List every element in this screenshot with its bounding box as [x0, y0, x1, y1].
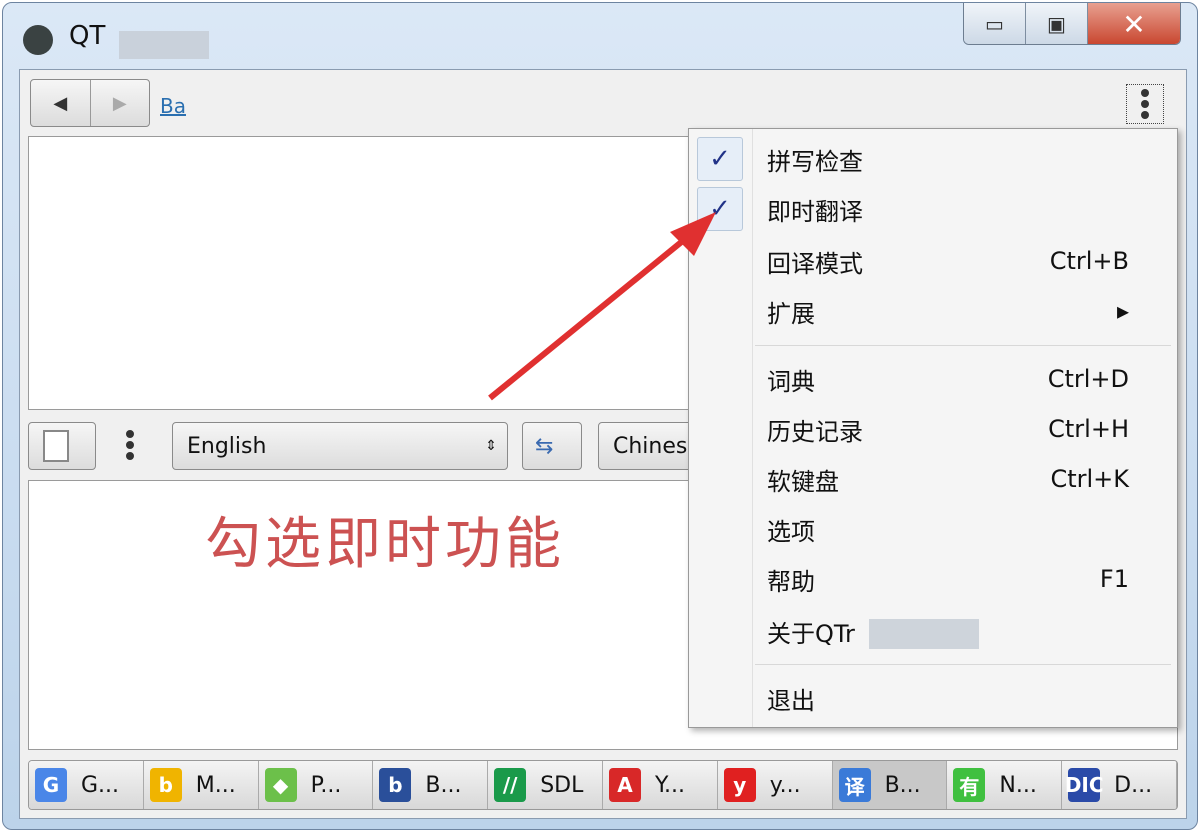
service-tab[interactable]: 有 N... — [947, 761, 1063, 809]
forward-button[interactable]: ▶ — [91, 80, 150, 126]
menu-item-label: 帮助 — [767, 567, 815, 596]
menu-separator — [755, 345, 1171, 346]
redaction — [869, 619, 979, 649]
service-tab-label: D... — [1114, 772, 1153, 798]
service-tab[interactable]: b B... — [373, 761, 489, 809]
service-icon: b — [379, 768, 412, 802]
menu-item[interactable]: 软键盘 Ctrl+K — [689, 456, 1177, 502]
source-language-select[interactable]: English ⇕ — [172, 422, 508, 470]
menu-item-shortcut: Ctrl+K — [1050, 465, 1129, 493]
menu-item-shortcut: Ctrl+H — [1048, 415, 1129, 443]
menu-item-label: 关于QTr — [767, 619, 855, 648]
menu-item[interactable]: 扩展 ▸ — [689, 288, 1177, 334]
app-icon — [23, 25, 53, 55]
new-document-button[interactable] — [28, 422, 96, 470]
service-icon: y — [723, 768, 756, 802]
service-icon: ◆ — [264, 768, 297, 802]
menu-item-shortcut: Ctrl+D — [1047, 365, 1129, 393]
service-tab-label: G... — [81, 772, 120, 798]
document-icon — [43, 430, 69, 462]
service-icon: A — [608, 768, 641, 802]
menu-item[interactable]: 选项 — [689, 506, 1177, 552]
minimize-button[interactable]: ▭ — [964, 3, 1026, 44]
service-link[interactable]: Ba — [160, 94, 186, 118]
menu-item[interactable]: 回译模式 Ctrl+B — [689, 238, 1177, 284]
menu-item-label: 即时翻译 — [767, 197, 863, 226]
service-tab[interactable]: DIC D... — [1062, 761, 1177, 809]
source-options-icon[interactable] — [126, 430, 134, 460]
menu-item-shortcut: Ctrl+B — [1049, 247, 1129, 275]
service-tab[interactable]: G G... — [29, 761, 144, 809]
service-tab[interactable]: A Y... — [602, 761, 718, 809]
context-menu: ✓ 拼写检查 ✓ 即时翻译回译模式 Ctrl+B 扩展 ▸ 词典 Ctrl+D 历史记录 Ctrl+… — [688, 128, 1178, 728]
menu-item-label: 退出 — [767, 686, 815, 715]
menu-item[interactable]: 历史记录 Ctrl+H — [689, 406, 1177, 452]
service-icon: DIC — [1065, 768, 1104, 802]
menu-item[interactable]: 帮助 F1 — [689, 556, 1177, 602]
source-text-area[interactable] — [28, 136, 692, 410]
menu-item-label: 扩展 — [767, 299, 815, 328]
menu-item[interactable]: ✓ 即时翻译 — [689, 186, 1177, 232]
menu-item-shortcut: F1 — [1099, 565, 1129, 593]
spinner-icon: ⇕ — [485, 438, 497, 454]
service-icon: G — [35, 768, 67, 802]
window-title: QT — [69, 21, 106, 51]
menu-item[interactable]: 退出 — [689, 675, 1177, 721]
service-tab[interactable]: y y... — [717, 761, 833, 809]
service-tab-label: M... — [195, 772, 236, 798]
service-tab-label: SDL — [540, 772, 584, 798]
swap-languages-button[interactable]: ⇆ — [522, 422, 582, 470]
service-tab-label: y... — [769, 772, 801, 798]
service-icon: // — [494, 768, 527, 802]
service-tab[interactable]: // SDL — [488, 761, 603, 809]
service-icon: 译 — [838, 768, 871, 802]
service-icon: 有 — [953, 768, 986, 802]
redaction — [119, 31, 209, 59]
menu-item-label: 回译模式 — [767, 249, 863, 278]
back-button[interactable]: ◀ — [31, 80, 91, 126]
menu-separator — [755, 664, 1171, 665]
service-tab[interactable]: b M... — [143, 761, 259, 809]
checkmark-icon: ✓ — [697, 137, 743, 181]
service-tab-label: P... — [310, 772, 342, 798]
service-icon: b — [149, 768, 182, 802]
menu-item[interactable]: ✓ 拼写检查 — [689, 136, 1177, 182]
service-tab-label: N... — [999, 772, 1037, 798]
menu-item-label: 软键盘 — [767, 467, 839, 496]
close-button[interactable]: ✕ — [1088, 3, 1180, 44]
service-tab-label: B... — [884, 772, 921, 798]
menu-item-shortcut: ▸ — [1116, 297, 1129, 325]
menu-item-label: 拼写检查 — [767, 147, 863, 176]
service-tab-label: B... — [425, 772, 462, 798]
annotation-text: 勾选即时功能 — [205, 512, 565, 577]
menu-item-label: 选项 — [767, 517, 815, 546]
service-tab-label: Y... — [654, 772, 685, 798]
maximize-button[interactable]: ▣ — [1026, 3, 1088, 44]
menu-item-label: 词典 — [767, 367, 815, 396]
service-tab[interactable]: ◆ P... — [258, 761, 374, 809]
menu-item-label: 历史记录 — [767, 417, 863, 446]
checkmark-icon: ✓ — [697, 187, 743, 231]
source-language-label: English — [187, 433, 267, 459]
service-tab[interactable]: 译 B... — [832, 761, 948, 809]
more-menu-button[interactable] — [1126, 84, 1164, 124]
menu-item[interactable]: 词典 Ctrl+D — [689, 356, 1177, 402]
